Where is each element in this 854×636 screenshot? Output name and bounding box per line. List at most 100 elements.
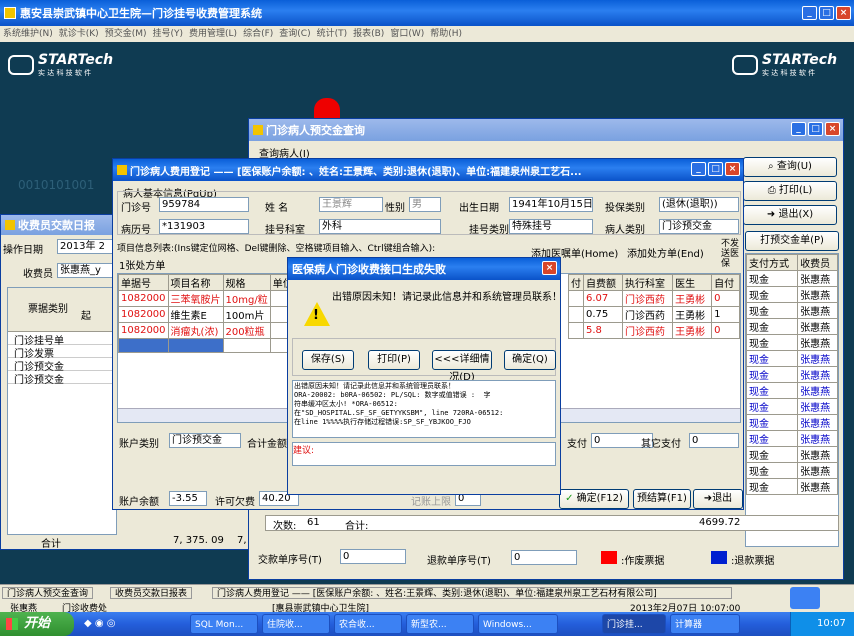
cell: 现金 xyxy=(746,414,799,431)
close-icon[interactable]: × xyxy=(836,6,851,20)
close-icon[interactable]: × xyxy=(542,261,557,275)
minimize-icon[interactable]: _ xyxy=(691,162,706,176)
table-row[interactable]: 现金 张惠燕 xyxy=(746,478,838,495)
balance-field[interactable]: -3.55 xyxy=(169,491,207,506)
table-row-selected[interactable] xyxy=(118,338,296,353)
minimize-icon[interactable]: _ xyxy=(802,6,817,20)
trans-no-field[interactable]: 0 xyxy=(340,549,406,564)
taskbar-item-windows[interactable]: Windows... xyxy=(478,614,558,634)
clinic-no-field[interactable]: 959784 xyxy=(159,197,249,212)
exit-button[interactable]: ➜ 退出(X) xyxy=(743,205,837,225)
table-row[interactable]: 6.07 门诊西药 王勇彬 0 xyxy=(568,290,740,307)
other-pay-label: 其它支付 xyxy=(641,439,681,450)
name-label: 姓 名 xyxy=(265,203,289,214)
table-row[interactable]: 现金 张惠燕 xyxy=(746,286,838,303)
cashier-field[interactable]: 张惠燕_y xyxy=(57,263,117,278)
patient-type-field[interactable]: 门诊预交金 xyxy=(659,219,739,234)
maximize-icon[interactable]: □ xyxy=(808,122,823,136)
logo-subtext: 实 达 科 技 软 件 xyxy=(762,69,816,77)
menu-item-window[interactable]: 窗口(W) xyxy=(390,26,424,42)
menu-item-system[interactable]: 系统维护(N) xyxy=(3,26,53,42)
dept-field[interactable]: 外科 xyxy=(319,219,441,234)
cell: 现金 xyxy=(746,366,799,383)
maximize-icon[interactable]: □ xyxy=(819,6,834,20)
add-prescription-button[interactable]: 添加处方单(End) xyxy=(627,245,704,260)
birth-field[interactable]: 1941年10月15日 xyxy=(509,197,593,212)
fee-exit-button[interactable]: ➜退出(Esc) xyxy=(693,489,743,509)
minimize-icon[interactable]: _ xyxy=(791,122,806,136)
menu-item-query[interactable]: 查询(C) xyxy=(279,26,310,42)
other-pay-field[interactable]: 0 xyxy=(689,433,739,448)
menu-item-help[interactable]: 帮助(H) xyxy=(430,26,462,42)
save-button[interactable]: 保存(S) xyxy=(302,350,354,370)
status-tab-fee[interactable]: 门诊病人费用登记 —— [医保账户余额: 、姓名:王景辉、类别:退休(退职)、单… xyxy=(212,587,732,599)
table-row[interactable]: 1082000 消瘤丸(浓) 200粒瓶 xyxy=(118,322,296,339)
print-button[interactable]: ⎙ 打印(L) xyxy=(743,181,837,201)
menu-item-prepay[interactable]: 预交金(M) xyxy=(105,26,147,42)
grid-row[interactable]: 门诊挂号单 xyxy=(8,332,116,347)
table-row[interactable]: 1082000 维生素E 100m片 xyxy=(118,306,296,323)
presettle-button[interactable]: 预结算(F1) xyxy=(633,489,691,509)
cell: 200粒瓶 xyxy=(222,322,271,339)
quick-launch[interactable]: ◆ ◉ ◎ xyxy=(84,618,144,630)
print-button[interactable]: 打印(P) xyxy=(368,350,420,370)
table-row[interactable]: 现金 张惠燕 xyxy=(746,318,838,335)
query-button[interactable]: ⌕ 查询(U) xyxy=(743,157,837,177)
record-field[interactable]: *131903 xyxy=(159,219,249,234)
table-row[interactable]: 现金 张惠燕 xyxy=(746,446,838,463)
menu-item-register[interactable]: 挂号(Y) xyxy=(153,26,184,42)
keyboard-icon[interactable] xyxy=(790,587,820,609)
table-row[interactable]: 5.8 门诊西药 王勇彬 0 xyxy=(568,322,740,339)
table-row[interactable]: 现金 张惠燕 xyxy=(746,350,838,367)
taskbar-item-clinic[interactable]: 门诊挂... xyxy=(602,614,666,634)
suggestion-box[interactable]: 建议: xyxy=(292,442,556,466)
table-row[interactable]: 现金 张惠燕 xyxy=(746,398,838,415)
print-prepay-button[interactable]: 打预交金单(P) xyxy=(745,231,839,251)
table-row[interactable]: 现金 张惠燕 xyxy=(746,462,838,479)
table-row[interactable]: 现金 张惠燕 xyxy=(746,270,838,287)
grid-row[interactable]: 门诊预交金 xyxy=(8,358,116,373)
table-row[interactable]: 现金 张惠燕 xyxy=(746,334,838,351)
menu-item-fee[interactable]: 费用管理(L) xyxy=(189,26,237,42)
date-field[interactable]: 2013年 2 xyxy=(57,239,117,254)
no-send-insurance-label[interactable]: 不发送医保 xyxy=(721,239,743,269)
sex-select[interactable]: 男 xyxy=(409,197,441,212)
balance-label: 账户余额 xyxy=(119,497,159,508)
menu-item-report[interactable]: 报表(B) xyxy=(353,26,384,42)
col-doctor: 医生 xyxy=(672,274,713,291)
menu-item-stats[interactable]: 统计(T) xyxy=(317,26,348,42)
binoculars-icon: ⌕ xyxy=(768,161,774,172)
status-tab-prepay[interactable]: 门诊病人预交金查询 xyxy=(2,587,94,599)
cell: 维生素E xyxy=(167,306,224,323)
status-tab-cashier[interactable]: 收费员交款日报表 xyxy=(110,587,193,599)
close-icon[interactable]: × xyxy=(725,162,740,176)
ok-button[interactable]: 确定(Q) xyxy=(504,350,556,370)
refund-no-field[interactable]: 0 xyxy=(511,550,577,565)
taskbar-item-sqlmon[interactable]: SQL Mon... xyxy=(190,614,258,634)
taskbar-item-calculator[interactable]: 计算器 xyxy=(670,614,740,634)
taskbar-item-inpatient[interactable]: 住院收... xyxy=(262,614,330,634)
error-detail-text[interactable]: 出错原因未知！请记录此信息并和系统管理员联系！ ORA-20002: b0RA-… xyxy=(292,380,556,438)
acct-type-select[interactable]: 门诊预交金 xyxy=(169,433,241,448)
maximize-icon[interactable]: □ xyxy=(708,162,723,176)
reg-type-field[interactable]: 特殊挂号 xyxy=(509,219,593,234)
start-button[interactable]: 开始 xyxy=(0,612,74,636)
details-button[interactable]: <<<详细情况(D) xyxy=(432,350,492,383)
table-row[interactable]: 1082000 三苯氧胺片 10mg/粒 xyxy=(118,290,296,307)
taskbar-item-coop[interactable]: 农合收... xyxy=(334,614,402,634)
name-field[interactable]: 王景辉 xyxy=(319,197,383,212)
table-row[interactable]: 现金 张惠燕 xyxy=(746,430,838,447)
table-row[interactable]: 0.75 门诊西药 王勇彬 1 xyxy=(568,306,740,323)
insure-field[interactable]: (退休(退职)) xyxy=(659,197,739,212)
table-row[interactable]: 现金 张惠燕 xyxy=(746,302,838,319)
table-row[interactable]: 现金 张惠燕 xyxy=(746,414,838,431)
close-icon[interactable]: × xyxy=(825,122,840,136)
menu-item-general[interactable]: 综合(F) xyxy=(243,26,273,42)
cell xyxy=(568,290,584,307)
menu-item-card[interactable]: 就诊卡(K) xyxy=(59,26,99,42)
table-row[interactable]: 现金 张惠燕 xyxy=(746,382,838,399)
grid-row[interactable]: 门诊预交金 xyxy=(8,371,116,386)
table-row[interactable]: 现金 张惠燕 xyxy=(746,366,838,383)
taskbar-item-newcoop[interactable]: 新型农... xyxy=(406,614,474,634)
confirm-button[interactable]: ✓ 确定(F12) xyxy=(559,489,629,509)
